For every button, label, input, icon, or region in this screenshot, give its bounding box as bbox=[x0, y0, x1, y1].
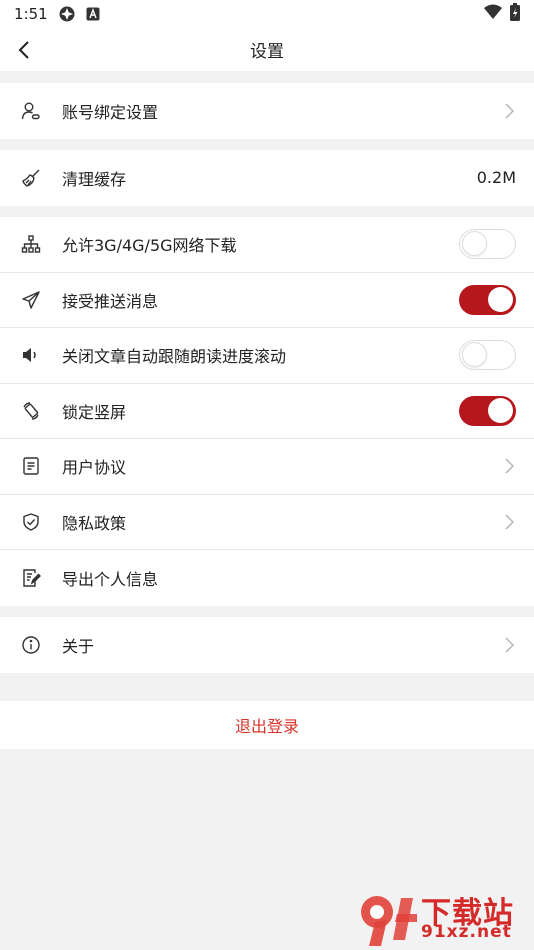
privacy-policy-row[interactable]: 隐私政策 bbox=[0, 495, 534, 550]
account-binding-label: 账号绑定设置 bbox=[62, 102, 159, 122]
read-scroll-label: 关闭文章自动跟随朗读进度滚动 bbox=[62, 347, 287, 367]
speaker-icon bbox=[20, 344, 42, 366]
battery-icon bbox=[510, 3, 520, 25]
push-notification-row: 接受推送消息 bbox=[0, 273, 534, 328]
settings-group: 允许3G/4G/5G网络下载 接受推送消息 关闭文章自动跟随朗读进度滚动 锁定竖… bbox=[0, 217, 534, 606]
toggle-knob bbox=[462, 342, 487, 368]
page-title: 设置 bbox=[250, 42, 284, 62]
network-download-toggle[interactable] bbox=[459, 229, 516, 260]
cache-group: 清理缓存 0.2M bbox=[0, 150, 534, 206]
screen-rotate-icon bbox=[20, 400, 42, 422]
a-notification-icon bbox=[86, 7, 100, 21]
shield-check-icon bbox=[20, 511, 42, 533]
clear-cache-row[interactable]: 清理缓存 0.2M bbox=[0, 150, 534, 206]
account-group: 账号绑定设置 bbox=[0, 83, 534, 139]
logout-label: 退出登录 bbox=[234, 717, 299, 736]
lock-portrait-toggle[interactable] bbox=[459, 395, 516, 426]
cache-size-value: 0.2M bbox=[476, 168, 516, 188]
chevron-right-icon bbox=[502, 455, 516, 477]
logout-button[interactable]: 退出登录 bbox=[0, 701, 534, 749]
network-tree-icon bbox=[20, 233, 42, 255]
lock-portrait-row: 锁定竖屏 bbox=[0, 384, 534, 439]
push-notification-toggle[interactable] bbox=[459, 284, 516, 315]
chevron-right-icon bbox=[502, 511, 516, 533]
info-icon bbox=[20, 634, 42, 656]
toggle-knob bbox=[488, 286, 513, 312]
nav-bar: 设置 bbox=[0, 28, 534, 71]
network-download-label: 允许3G/4G/5G网络下载 bbox=[62, 236, 237, 256]
about-group: 关于 bbox=[0, 617, 534, 673]
read-scroll-toggle[interactable] bbox=[459, 340, 516, 371]
read-scroll-row: 关闭文章自动跟随朗读进度滚动 bbox=[0, 328, 534, 384]
export-info-row[interactable]: 导出个人信息 bbox=[0, 550, 534, 606]
watermark: 下载站 91xz.net bbox=[357, 886, 532, 948]
toggle-knob bbox=[488, 397, 513, 423]
lock-portrait-label: 锁定竖屏 bbox=[62, 402, 127, 422]
chevron-right-icon bbox=[502, 634, 516, 656]
account-binding-row[interactable]: 账号绑定设置 bbox=[0, 83, 534, 139]
toggle-knob bbox=[462, 231, 487, 257]
chevron-right-icon bbox=[502, 100, 516, 122]
export-info-label: 导出个人信息 bbox=[62, 569, 159, 589]
document-edit-icon bbox=[20, 567, 42, 589]
network-download-row: 允许3G/4G/5G网络下载 bbox=[0, 217, 534, 273]
user-agreement-label: 用户协议 bbox=[62, 458, 127, 478]
watermark-text-url: 91xz.net bbox=[421, 922, 512, 942]
document-icon bbox=[20, 455, 42, 477]
user-link-icon bbox=[20, 100, 42, 122]
about-row[interactable]: 关于 bbox=[0, 617, 534, 673]
about-label: 关于 bbox=[62, 636, 95, 656]
paper-plane-icon bbox=[20, 289, 42, 311]
privacy-policy-label: 隐私政策 bbox=[62, 513, 127, 533]
back-button[interactable] bbox=[10, 36, 38, 64]
user-agreement-row[interactable]: 用户协议 bbox=[0, 439, 534, 495]
push-notification-label: 接受推送消息 bbox=[62, 291, 159, 311]
clear-cache-label: 清理缓存 bbox=[62, 169, 127, 189]
broom-icon bbox=[20, 167, 42, 189]
9f-logo-icon bbox=[361, 896, 417, 946]
wifi-icon bbox=[484, 4, 502, 24]
app-notification-icon bbox=[58, 5, 76, 23]
chevron-left-icon bbox=[18, 41, 29, 59]
status-bar: 1:51 bbox=[0, 0, 534, 28]
status-time: 1:51 bbox=[14, 5, 48, 23]
